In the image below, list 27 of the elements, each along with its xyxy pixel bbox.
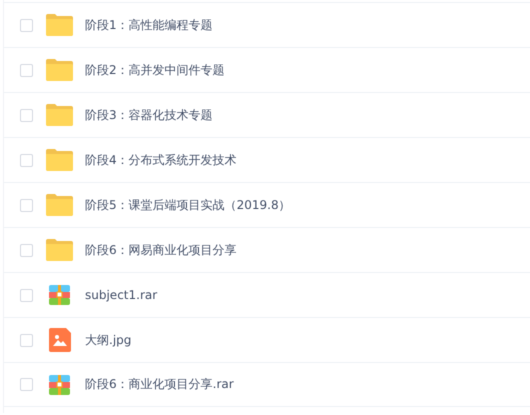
file-name[interactable]: 阶段2：高并发中间件专题 [85, 62, 225, 78]
file-name[interactable]: 阶段6：商业化项目分享.rar [85, 376, 234, 393]
folder-icon [46, 239, 73, 261]
checkbox[interactable] [20, 244, 33, 256]
file-name[interactable]: 阶段4：分布式系统开发技术 [85, 152, 237, 168]
file-name[interactable]: 阶段3：容器化技术专题 [85, 106, 213, 124]
checkbox[interactable] [20, 288, 33, 302]
checkbox[interactable] [20, 198, 33, 212]
checkbox[interactable] [20, 334, 33, 346]
folder-icon [46, 14, 73, 36]
folder-icon [46, 149, 73, 171]
archive-icon [49, 374, 70, 394]
checkbox[interactable] [20, 378, 33, 391]
folder-icon [46, 104, 73, 126]
file-name[interactable]: 大纲.jpg [85, 332, 132, 348]
folder-icon [46, 59, 73, 81]
file-name[interactable]: 阶段5：课堂后端项目实战（2019.8） [85, 196, 291, 214]
file-name[interactable]: 阶段6：网易商业化项目分享 [85, 242, 237, 258]
folder-icon [46, 194, 73, 216]
archive-icon [49, 285, 70, 305]
checkbox[interactable] [20, 64, 33, 76]
checkbox[interactable] [20, 18, 33, 32]
image-icon [48, 328, 70, 352]
file-name[interactable]: 阶段1：高性能编程专题 [85, 16, 213, 34]
file-name[interactable]: subject1.rar [85, 288, 158, 302]
checkbox[interactable] [20, 154, 33, 166]
checkbox[interactable] [20, 108, 33, 122]
